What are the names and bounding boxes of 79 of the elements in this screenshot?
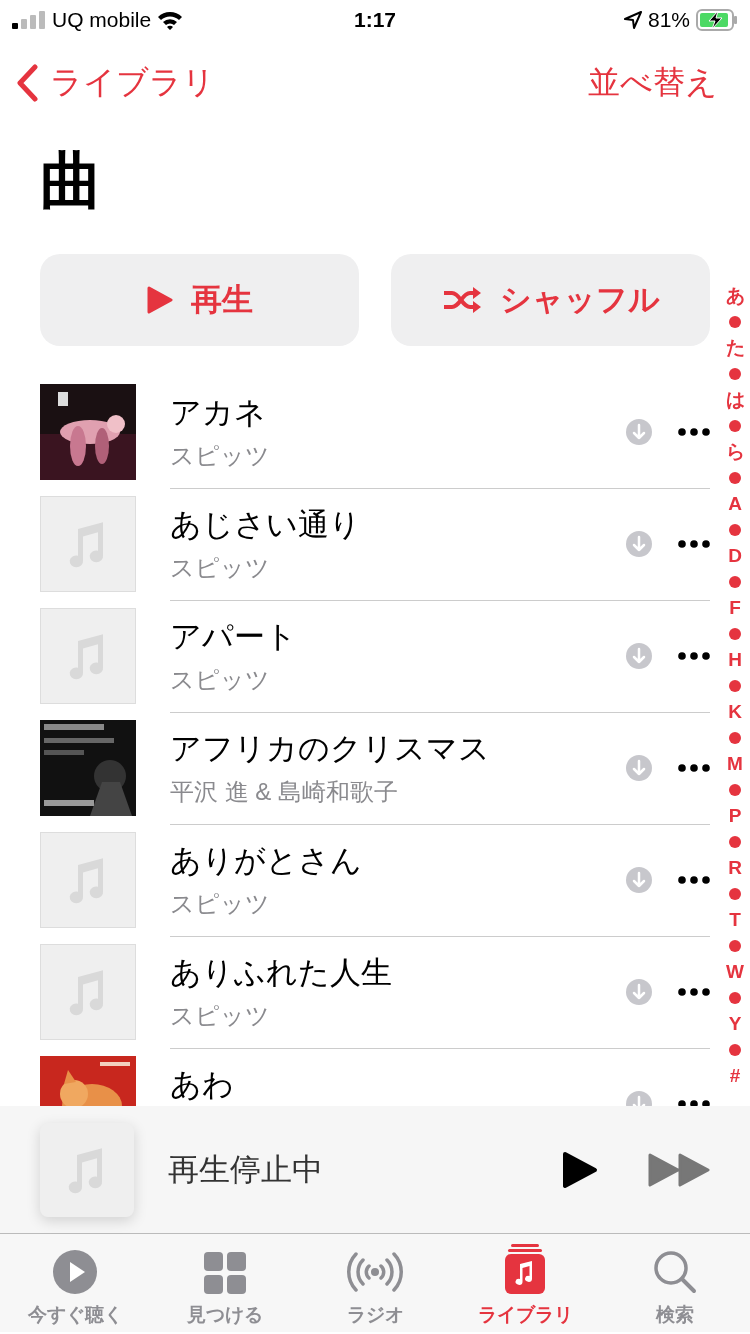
- index-letter[interactable]: A: [728, 491, 742, 517]
- more-icon[interactable]: [678, 1099, 710, 1106]
- signal-icon: [12, 11, 46, 29]
- battery-charging-icon: [696, 9, 738, 31]
- clock-time: 1:17: [354, 8, 396, 32]
- shuffle-icon: [441, 286, 482, 314]
- radio-waves-icon: [346, 1250, 404, 1294]
- index-letter[interactable]: た: [725, 335, 745, 361]
- song-title: あわ: [170, 1065, 234, 1104]
- tab-bar-item[interactable]: 今すぐ聴く: [0, 1234, 150, 1332]
- shuffle-button[interactable]: シャッフル: [391, 254, 710, 346]
- sort-button[interactable]: 並べ替え: [588, 61, 718, 105]
- play-button[interactable]: 再生: [40, 254, 359, 346]
- song-title: ありふれた人生: [170, 953, 392, 992]
- index-dot: [729, 784, 741, 796]
- wifi-icon: [157, 10, 184, 30]
- index-dot: [729, 992, 741, 1004]
- index-dot: [729, 1044, 741, 1056]
- artist-name: スピッツ: [170, 552, 270, 583]
- index-letter[interactable]: H: [728, 647, 742, 673]
- tab-bar-item[interactable]: ラジオ: [300, 1234, 450, 1332]
- more-icon[interactable]: [678, 651, 710, 660]
- artist-name: スピッツ: [170, 440, 270, 471]
- index-dot: [729, 472, 741, 484]
- more-icon[interactable]: [678, 875, 710, 884]
- artist-name: スピッツ: [170, 664, 270, 695]
- song-title: アカネ: [170, 393, 266, 432]
- index-letter[interactable]: Y: [728, 1011, 742, 1037]
- index-letter[interactable]: F: [729, 595, 741, 621]
- index-letter[interactable]: P: [728, 803, 742, 829]
- battery-percentage: 81%: [647, 8, 690, 32]
- library-icon: [505, 1244, 545, 1294]
- location-arrow-icon: [623, 11, 642, 29]
- more-icon[interactable]: [678, 539, 710, 548]
- play-button[interactable]: [562, 1150, 598, 1189]
- index-dot: [729, 576, 741, 588]
- index-dot: [729, 680, 741, 692]
- index-letter[interactable]: T: [729, 907, 741, 933]
- index-letter[interactable]: #: [729, 1063, 741, 1089]
- page-title: 曲: [40, 145, 102, 217]
- index-dot: [729, 940, 741, 952]
- index-dot: [729, 368, 741, 380]
- tab-bar-item[interactable]: 検索: [600, 1234, 750, 1332]
- index-letter[interactable]: R: [728, 855, 742, 881]
- index-dot: [729, 524, 741, 536]
- play-icon: [146, 286, 173, 314]
- more-icon[interactable]: [678, 427, 710, 436]
- song-title: ありがとさん: [170, 841, 362, 880]
- index-letter[interactable]: は: [725, 387, 745, 413]
- back-chevron-icon: [16, 64, 38, 102]
- playback-status: 再生停止中: [168, 1150, 324, 1189]
- tab-bar-item[interactable]: 見つける: [150, 1234, 300, 1332]
- carrier-name: UQ mobile: [52, 8, 152, 32]
- more-icon[interactable]: [678, 763, 710, 772]
- search-icon: [653, 1250, 697, 1294]
- index-letter[interactable]: W: [726, 959, 744, 985]
- tab-bar-item[interactable]: ライブラリ: [450, 1234, 600, 1332]
- artist-name: 平沢 進 & 島崎和歌子: [170, 776, 398, 807]
- artist-name: スピッツ: [170, 1000, 270, 1031]
- index-letter[interactable]: D: [728, 543, 742, 569]
- song-title: アパート: [170, 617, 297, 656]
- index-dot: [729, 628, 741, 640]
- grid-icon: [204, 1252, 246, 1294]
- fast-forward-button[interactable]: [648, 1151, 710, 1188]
- index-dot: [729, 888, 741, 900]
- index-letter[interactable]: M: [727, 751, 743, 777]
- back-button[interactable]: ライブラリ: [16, 61, 215, 105]
- index-letter[interactable]: あ: [725, 283, 745, 309]
- index-dot: [729, 732, 741, 744]
- index-dot: [729, 420, 741, 432]
- index-letter[interactable]: K: [728, 699, 742, 725]
- index-dot: [729, 316, 741, 328]
- index-letter[interactable]: ら: [725, 439, 745, 465]
- more-icon[interactable]: [678, 987, 710, 996]
- play-circle-icon: [53, 1250, 97, 1294]
- song-title: アフリカのクリスマス: [170, 729, 490, 768]
- index-dot: [729, 836, 741, 848]
- song-title: あじさい通り: [170, 505, 361, 544]
- artist-name: スピッツ: [170, 888, 270, 919]
